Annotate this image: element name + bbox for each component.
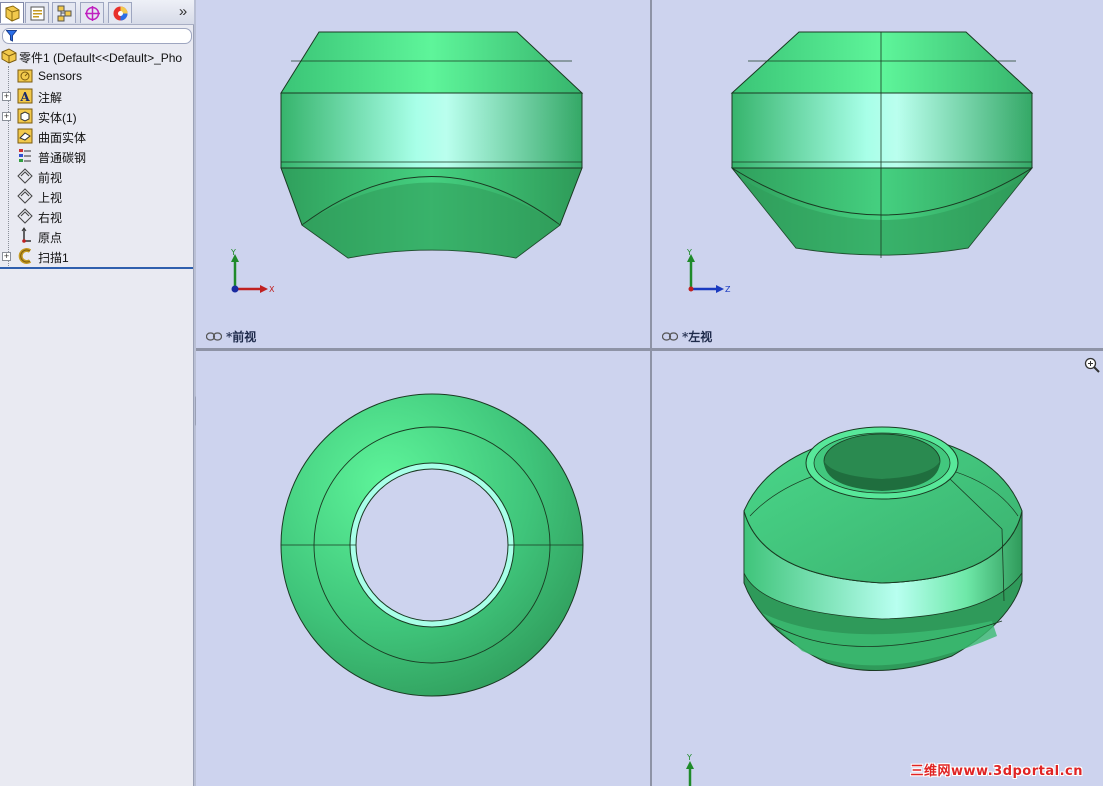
tree-item-material[interactable]: 普通碳钢 — [0, 146, 194, 166]
tree-item-surface-bodies[interactable]: 曲面实体 — [0, 126, 194, 146]
tree-item-label: 原点 — [38, 231, 63, 245]
viewport-label-left[interactable]: *左视 — [662, 328, 712, 345]
tree-item-solid-bodies[interactable]: + 实体(1) — [0, 106, 194, 126]
svg-text:A: A — [19, 90, 30, 104]
property-icon — [30, 6, 44, 20]
coordinate-triad: Y X — [226, 248, 276, 301]
viewport-name: *前视 — [226, 330, 257, 344]
configuration-icon — [57, 5, 71, 21]
dimxpert-manager-tab[interactable] — [80, 2, 104, 23]
annotations-icon: A — [17, 88, 33, 104]
plane-icon — [17, 188, 33, 204]
expand-toggle[interactable]: + — [2, 92, 11, 101]
tree-item-label: 曲面实体 — [38, 131, 87, 145]
triad-x-label: X — [269, 285, 275, 294]
viewport-front[interactable]: Y X *前视 — [196, 0, 650, 348]
watermark: 三维网www.3dportal.cn — [910, 764, 1083, 779]
link-icon — [206, 332, 222, 341]
viewport-isometric[interactable]: Y — [652, 351, 1103, 786]
feature-filter-input[interactable] — [2, 28, 192, 44]
rollback-bar[interactable] — [0, 267, 193, 269]
sensor-icon — [17, 69, 33, 83]
tree-item-right-plane[interactable]: 右视 — [0, 206, 194, 226]
tree-item-label: Sensors — [38, 69, 83, 83]
top-view-model — [280, 393, 584, 697]
solid-bodies-icon — [17, 108, 33, 124]
origin-icon — [21, 227, 31, 243]
tree-item-annotations[interactable]: + A 注解 — [0, 86, 194, 106]
tree-item-sensors[interactable]: Sensors — [0, 66, 194, 86]
expand-toggle[interactable]: + — [2, 252, 11, 261]
viewport-label-front[interactable]: *前视 — [206, 328, 256, 345]
tree-item-label: 实体(1) — [38, 111, 77, 125]
triad-y-label: Y — [230, 248, 236, 257]
tree-item-label: 普通碳钢 — [38, 151, 87, 165]
feature-manager-tab[interactable] — [0, 2, 24, 23]
viewport-top[interactable] — [196, 351, 650, 786]
tree-item-top-plane[interactable]: 上视 — [0, 186, 194, 206]
property-manager-tab[interactable] — [25, 2, 49, 23]
tree-item-label: 前视 — [38, 171, 63, 185]
expand-toggle[interactable]: + — [2, 112, 11, 121]
feature-manager-panel: » 零件1 (Default<<Default>_Pho Sensors + A… — [0, 0, 194, 786]
solidworks-window: » 零件1 (Default<<Default>_Pho Sensors + A… — [0, 0, 1103, 786]
feature-tree-icon — [5, 4, 19, 22]
zoom-icon[interactable] — [1084, 357, 1100, 373]
triad-y-label: Y — [686, 248, 692, 257]
isometric-view-model — [743, 426, 1023, 672]
tree-item-label: 右视 — [38, 211, 63, 225]
tree-root-part[interactable]: 零件1 (Default<<Default>_Pho — [0, 46, 194, 66]
viewport-splitter-vertical[interactable] — [650, 0, 652, 786]
appearance-icon — [113, 6, 127, 20]
coordinate-triad: Y Z — [682, 248, 732, 301]
material-icon — [19, 149, 31, 162]
tree-item-origin[interactable]: 原点 — [0, 226, 194, 246]
viewport-splitter-horizontal[interactable] — [196, 348, 1103, 351]
sweep-icon — [18, 248, 32, 264]
more-tabs-button[interactable]: » — [176, 3, 190, 21]
surface-bodies-icon — [17, 128, 33, 144]
feature-manager-tabs: » — [0, 0, 194, 25]
plane-icon — [17, 168, 33, 184]
tree-item-sweep[interactable]: + 扫描1 — [0, 246, 194, 266]
tree-item-label: 注解 — [38, 91, 63, 105]
triad-y-label: Y — [686, 753, 692, 762]
display-manager-tab[interactable] — [108, 2, 132, 23]
filter-icon — [6, 30, 17, 42]
tree-item-front-plane[interactable]: 前视 — [0, 166, 194, 186]
tree-root-label: 零件1 (Default<<Default>_Pho — [19, 51, 183, 65]
part-icon — [1, 48, 17, 64]
link-icon — [662, 332, 678, 341]
configuration-manager-tab[interactable] — [52, 2, 76, 23]
viewport-left[interactable]: Y Z *左视 — [652, 0, 1103, 348]
target-icon — [84, 5, 100, 21]
coordinate-triad: Y — [682, 753, 702, 786]
plane-icon — [17, 208, 33, 224]
triad-z-label: Z — [725, 285, 731, 294]
viewport-name: *左视 — [682, 330, 713, 344]
tree-item-label: 扫描1 — [38, 251, 69, 265]
tree-item-label: 上视 — [38, 191, 63, 205]
